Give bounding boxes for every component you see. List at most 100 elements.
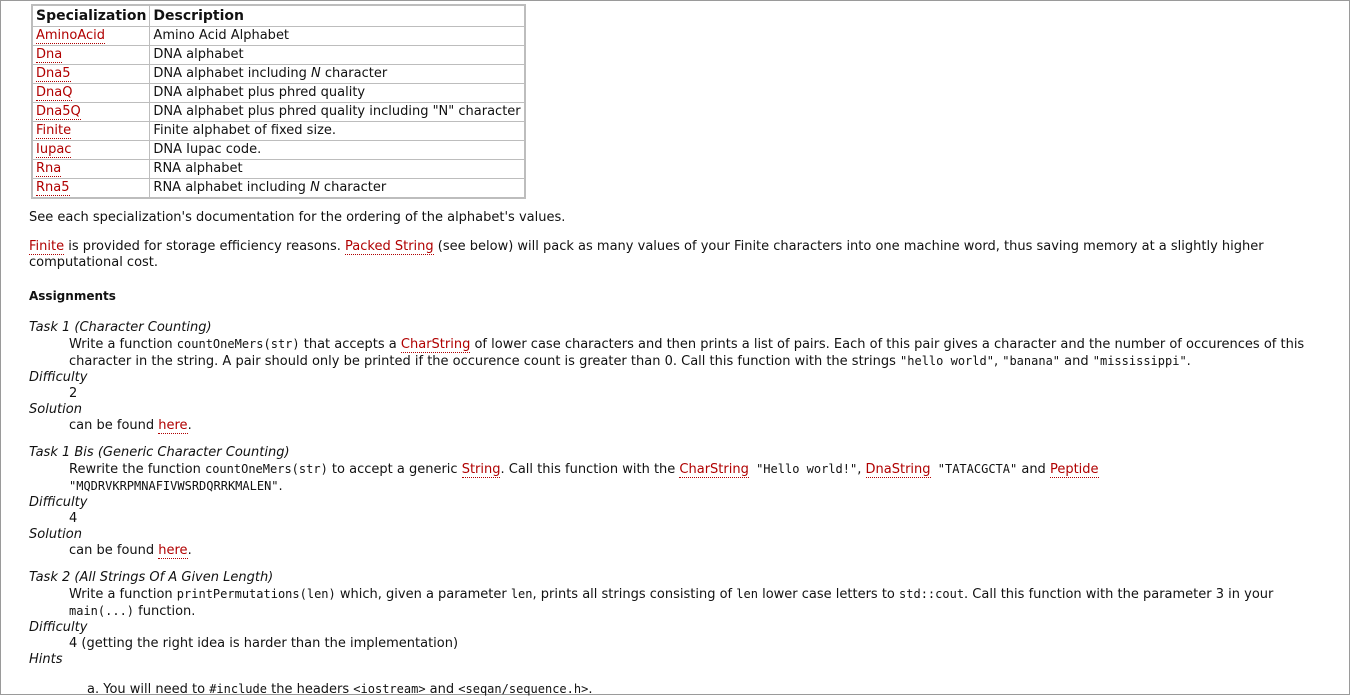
- table-row: Rna RNA alphabet: [31, 159, 526, 179]
- assignments-heading: Assignments: [29, 289, 116, 303]
- text: function.: [134, 604, 196, 619]
- text: that accepts a: [299, 337, 401, 352]
- column-header-specialization: Specialization: [31, 4, 151, 27]
- row-description: RNA alphabet: [149, 159, 526, 179]
- code-print-permutations: printPermutations(len): [176, 587, 336, 601]
- task-1-bis: Task 1 Bis (Generic Character Counting) …: [29, 445, 1319, 559]
- dnastring-link[interactable]: DnaString: [865, 462, 931, 478]
- finite-link[interactable]: Finite: [36, 123, 72, 139]
- code-string: "TATACGCTA": [930, 462, 1018, 476]
- code-count-one-mers: countOneMers(str): [176, 337, 300, 351]
- hint-item: a. You will need to #include the headers…: [87, 681, 1319, 698]
- ordering-paragraph: See each specialization's documentation …: [29, 210, 566, 225]
- solution-label: Solution: [29, 402, 82, 417]
- code-len: len: [510, 587, 533, 601]
- dna-link[interactable]: Dna: [36, 47, 63, 63]
- solution-here-link[interactable]: here: [158, 543, 188, 559]
- table-row: Dna5 DNA alphabet including N character: [31, 64, 526, 84]
- text: ,: [993, 354, 1003, 369]
- row-description: RNA alphabet including N character: [149, 178, 526, 199]
- text: and: [1017, 462, 1050, 477]
- charstring-link[interactable]: CharString: [400, 337, 471, 353]
- hints-list-container: a. You will need to #include the headers…: [87, 668, 1319, 698]
- dna5q-link[interactable]: Dna5Q: [36, 104, 81, 120]
- desc-text: DNA alphabet including: [153, 66, 312, 81]
- text: and: [1060, 354, 1093, 369]
- row-description: DNA Iupac code.: [149, 140, 526, 160]
- text: lower case letters to: [757, 587, 900, 602]
- code-header: <iostream>: [353, 682, 426, 696]
- paragraph-text: is provided for storage efficiency reaso…: [64, 239, 346, 254]
- difficulty-label: Difficulty: [29, 620, 88, 635]
- difficulty-value: 2: [69, 386, 78, 401]
- code-std-cout: std::cout: [899, 587, 965, 601]
- text: can be found: [69, 543, 159, 558]
- text: which, given a parameter: [335, 587, 511, 602]
- task-description: Write a function printPermutations(len) …: [69, 586, 1319, 620]
- text: .: [1186, 354, 1191, 369]
- specialization-table: Specialization Description AminoAcid Ami…: [31, 4, 526, 199]
- finite-link[interactable]: Finite: [29, 239, 65, 255]
- code-string: "MQDRVKRPMNAFIVWSRDQRRKMALEN": [69, 479, 279, 493]
- task-2: Task 2 (All Strings Of A Given Length) W…: [29, 570, 1319, 698]
- task-1: Task 1 (Character Counting) Write a func…: [29, 320, 1319, 434]
- dna5-link[interactable]: Dna5: [36, 66, 71, 82]
- rna5-link[interactable]: Rna5: [36, 180, 70, 196]
- hints-list: a. You will need to #include the headers…: [87, 681, 1319, 698]
- code-string: "banana": [1002, 354, 1061, 368]
- difficulty-value: 4 (getting the right idea is harder than…: [69, 636, 459, 651]
- difficulty-value: 4: [69, 511, 78, 526]
- text: can be found: [69, 418, 159, 433]
- code-len: len: [736, 587, 758, 601]
- column-header-description: Description: [149, 4, 526, 27]
- aminoacid-link[interactable]: AminoAcid: [36, 28, 106, 44]
- solution-text: can be found here.: [69, 543, 1319, 559]
- iupac-link[interactable]: Iupac: [36, 142, 72, 158]
- dnaq-link[interactable]: DnaQ: [36, 85, 73, 101]
- text: Write a function: [69, 587, 177, 602]
- code-string: "Hello world!": [748, 462, 858, 476]
- solution-here-link[interactable]: here: [158, 418, 188, 434]
- text: to accept a generic: [327, 462, 462, 477]
- text: .: [187, 543, 192, 558]
- row-description: DNA alphabet including N character: [149, 64, 526, 84]
- charstring-link[interactable]: CharString: [679, 462, 749, 478]
- text: .: [278, 479, 283, 494]
- task-title: Task 1 (Character Counting): [29, 320, 212, 335]
- code-header: <seqan/sequence.h>: [458, 682, 589, 696]
- desc-emphasis: N: [311, 66, 321, 81]
- task-title: Task 2 (All Strings Of A Given Length): [29, 570, 274, 585]
- table-row: AminoAcid Amino Acid Alphabet: [31, 26, 526, 46]
- solution-text: can be found here.: [69, 418, 1319, 434]
- desc-text: character: [319, 180, 387, 195]
- rna-link[interactable]: Rna: [36, 161, 62, 177]
- task-description: Rewrite the function countOneMers(str) t…: [69, 461, 1319, 495]
- code-string: "hello world": [900, 354, 994, 368]
- desc-text: character: [320, 66, 388, 81]
- packed-string-link[interactable]: Packed String: [345, 239, 434, 255]
- text: Rewrite the function: [69, 462, 205, 477]
- code-string: "mississippi": [1092, 354, 1187, 368]
- row-description: DNA alphabet plus phred quality: [149, 83, 526, 103]
- text: .: [187, 418, 192, 433]
- string-link[interactable]: String: [461, 462, 501, 478]
- text: Write a function: [69, 337, 177, 352]
- text: . Call this function with the parameter …: [964, 587, 1274, 602]
- row-description: DNA alphabet: [149, 45, 526, 65]
- task-title: Task 1 Bis (Generic Character Counting): [29, 445, 290, 460]
- text: ,: [857, 462, 866, 477]
- table-row: DnaQ DNA alphabet plus phred quality: [31, 83, 526, 103]
- code-count-one-mers: countOneMers(str): [204, 462, 328, 476]
- desc-emphasis: N: [310, 180, 320, 195]
- table-header-row: Specialization Description: [31, 4, 526, 27]
- table-row: Dna5Q DNA alphabet plus phred quality in…: [31, 102, 526, 122]
- task-description: Write a function countOneMers(str) that …: [69, 336, 1319, 370]
- table-row: Finite Finite alphabet of fixed size.: [31, 121, 526, 141]
- table-row: Dna DNA alphabet: [31, 45, 526, 65]
- code-main: main(...): [69, 604, 135, 618]
- solution-label: Solution: [29, 527, 82, 542]
- peptide-link[interactable]: Peptide: [1049, 462, 1099, 478]
- finite-paragraph: Finite is provided for storage efficienc…: [29, 239, 1319, 271]
- difficulty-label: Difficulty: [29, 495, 88, 510]
- code-include: #include: [209, 682, 267, 696]
